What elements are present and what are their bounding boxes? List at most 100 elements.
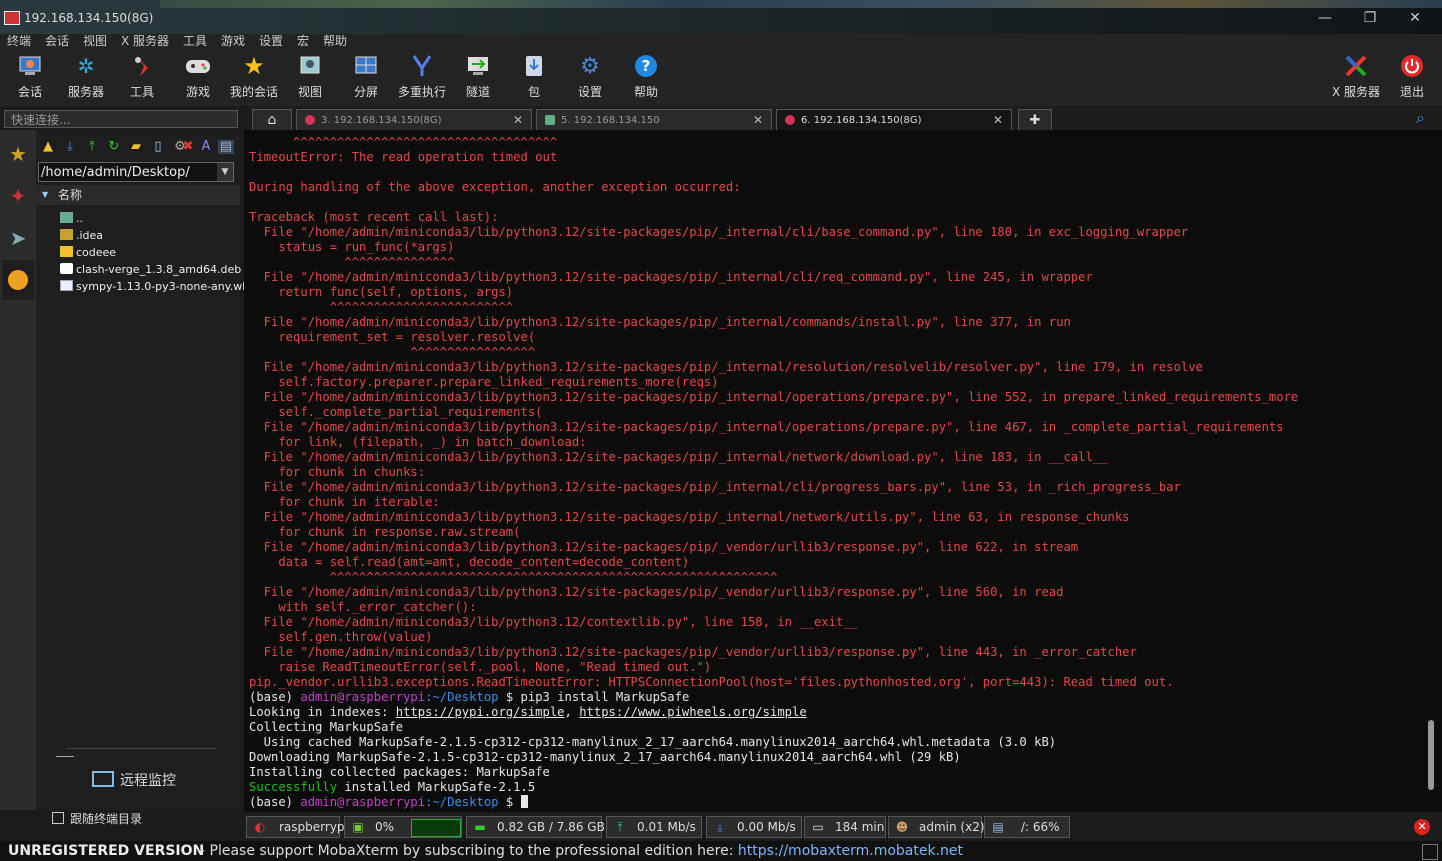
quick-connect-input[interactable]: 快速连接...: [4, 110, 238, 128]
terminal-line: data = self.read(amt=amt, decode_content…: [249, 555, 690, 569]
minimize-button[interactable]: —: [1310, 8, 1340, 28]
sftp-send-icon[interactable]: ➤: [2, 218, 34, 258]
details-view-icon[interactable]: ▤: [218, 140, 234, 154]
tools-side-icon[interactable]: ✦: [2, 176, 34, 216]
file-row[interactable]: .idea: [60, 227, 103, 244]
menu-xserver[interactable]: X 服务器: [121, 34, 169, 49]
upload-icon[interactable]: ⤒: [84, 140, 100, 154]
maximize-button[interactable]: ❐: [1355, 8, 1385, 28]
tunnel-button[interactable]: 隧道: [450, 52, 506, 102]
new-tab-button[interactable]: ✚: [1018, 109, 1052, 130]
terminal-prompt-line: (base) admin@raspberrypi:~/Desktop $ pip…: [249, 690, 689, 705]
terminal-line: self.factory.preparer.prepare_linked_req…: [249, 375, 719, 389]
file-row[interactable]: codeee: [60, 244, 116, 261]
tab-label: 5. 192.168.134.150: [561, 115, 660, 126]
multiexec-button[interactable]: 多重执行: [394, 52, 450, 102]
file-icon: [60, 280, 73, 291]
terminal-line: return func(self, options, args): [249, 285, 514, 299]
tab-label: 3. 192.168.134.150(8G): [321, 115, 442, 126]
resize-grip[interactable]: [1422, 844, 1438, 860]
file-row[interactable]: ..: [60, 210, 83, 227]
sessions-star-icon[interactable]: ★: [2, 134, 34, 174]
follow-terminal-label: 跟随终端目录: [70, 812, 143, 826]
menu-bar: 终端 会话 视图 X 服务器 工具 游戏 设置 宏 帮助: [0, 34, 1442, 50]
index-link[interactable]: https://pypi.org/simple: [396, 705, 565, 719]
terminal-line: File "/home/admin/miniconda3/lib/python3…: [249, 360, 1203, 374]
sftp-toolbar: ▲ ⤓ ⤒ ↻ ▰ ▯ ⚙ ✖ A ▤: [36, 136, 240, 158]
close-tab-icon[interactable]: ✕: [513, 110, 523, 131]
packages-icon: [521, 54, 547, 78]
status-memory: ▬ 0.82 GB / 7.86 GB: [466, 816, 605, 838]
split-button[interactable]: 分屏: [338, 52, 394, 102]
power-icon: [1399, 54, 1425, 78]
file-row[interactable]: sympy-1.13.0-py3-none-any.whl: [60, 278, 252, 295]
close-tab-icon[interactable]: ✕: [753, 110, 763, 131]
download-icon[interactable]: ⤓: [62, 140, 78, 154]
title-bar-wallpaper: [160, 0, 1442, 8]
sftp-path-field[interactable]: /home/admin/Desktop/ ▼: [38, 162, 234, 182]
tab-session-6[interactable]: 6. 192.168.134.150(8G) ✕: [776, 109, 1012, 130]
mobatek-link[interactable]: https://mobaxterm.mobatek.net: [738, 843, 963, 859]
close-session-icon[interactable]: ✕: [1414, 819, 1430, 835]
terminal-line: File "/home/admin/miniconda3/lib/python3…: [249, 510, 1130, 524]
menu-terminal[interactable]: 终端: [7, 34, 31, 49]
new-folder-icon[interactable]: ▰: [128, 140, 144, 154]
menu-sessions[interactable]: 会话: [45, 34, 69, 49]
prompt-user: admin@raspberrypi: [300, 795, 426, 809]
attach-icon[interactable]: ⌕: [1416, 108, 1432, 127]
exit-button[interactable]: 退出: [1384, 52, 1440, 102]
terminal-output[interactable]: ^^^^^^^^^^^^^^^^^^^^^^^^^^^^^^^^^^^^ Time…: [244, 130, 1442, 812]
file-name: clash-verge_1.3.8_amd64.deb: [76, 263, 242, 276]
menu-macros[interactable]: 宏: [297, 34, 309, 49]
file-row[interactable]: clash-verge_1.3.8_amd64.deb: [60, 261, 241, 278]
close-window-button[interactable]: ✕: [1400, 8, 1430, 28]
view-icon: [297, 54, 323, 78]
rename-icon[interactable]: A: [198, 140, 214, 154]
tab-session-3[interactable]: 3. 192.168.134.150(8G) ✕: [296, 109, 532, 130]
follow-terminal-checkbox[interactable]: 跟随终端目录: [52, 810, 142, 827]
file-list-header[interactable]: 名称: [36, 185, 240, 205]
status-host-text: raspberrypi: [279, 820, 348, 834]
session-button[interactable]: 会话: [2, 52, 58, 102]
remote-monitor-button[interactable]: 远程监控: [92, 770, 176, 790]
refresh-icon[interactable]: ↻: [106, 140, 122, 154]
terminal-line: for link, (filepath, _) in batch_downloa…: [249, 435, 587, 449]
terminal-scrollbar[interactable]: [1428, 720, 1434, 790]
xserver-button[interactable]: X 服务器: [1328, 52, 1384, 102]
checkbox[interactable]: [52, 812, 64, 824]
folder-up-icon[interactable]: ▲: [40, 140, 56, 154]
my-sessions-label: 我的会话: [229, 85, 278, 99]
tools-button[interactable]: 工具: [114, 52, 170, 102]
status-upload: ⤒ 0.01 Mb/s: [606, 816, 702, 838]
help-button[interactable]: ? 帮助: [618, 52, 674, 102]
sftp-panel: ▲ ⤓ ⤒ ↻ ▰ ▯ ⚙ ✖ A ▤ /home/admin/Desktop/…: [36, 130, 252, 826]
sftp-path-text: /home/admin/Desktop/: [41, 165, 190, 180]
menu-games[interactable]: 游戏: [221, 34, 245, 49]
raspberry-icon: ◐: [254, 820, 266, 834]
view-button[interactable]: 视图: [282, 52, 338, 102]
packages-button[interactable]: 包: [506, 52, 562, 102]
terminal-line: self._complete_partial_requirements(: [249, 405, 543, 419]
close-tab-icon[interactable]: ✕: [993, 110, 1003, 131]
settings-button[interactable]: ⚙ 设置: [562, 52, 618, 102]
servers-button[interactable]: ✲ 服务器: [58, 52, 114, 102]
menu-tools[interactable]: 工具: [183, 34, 207, 49]
new-file-icon[interactable]: ▯: [150, 140, 166, 154]
tab-session-5[interactable]: 5. 192.168.134.150 ✕: [536, 109, 772, 130]
split-label: 分屏: [353, 85, 378, 99]
terminal-line: ^^^^^^^^^^^^^^^^^^^^^^^^^^^^^^^^^^^^^^^^…: [249, 570, 778, 584]
games-button[interactable]: 游戏: [170, 52, 226, 102]
status-uptime: ▭ 184 min: [804, 816, 886, 838]
packages-label: 包: [527, 85, 540, 99]
chevron-down-icon[interactable]: ▼: [217, 163, 233, 181]
menu-settings[interactable]: 设置: [259, 34, 283, 49]
menu-view[interactable]: 视图: [83, 34, 107, 49]
splitter-handle[interactable]: [56, 756, 74, 757]
menu-help[interactable]: 帮助: [323, 34, 347, 49]
home-tab[interactable]: ⌂: [252, 109, 292, 130]
index-link[interactable]: https://www.piwheels.org/simple: [579, 705, 806, 719]
delete-file-icon[interactable]: ✖: [180, 140, 196, 154]
sftp-side-icon[interactable]: [2, 260, 34, 300]
file-name: .idea: [76, 229, 104, 242]
my-sessions-button[interactable]: ★ 我的会话: [226, 52, 282, 102]
